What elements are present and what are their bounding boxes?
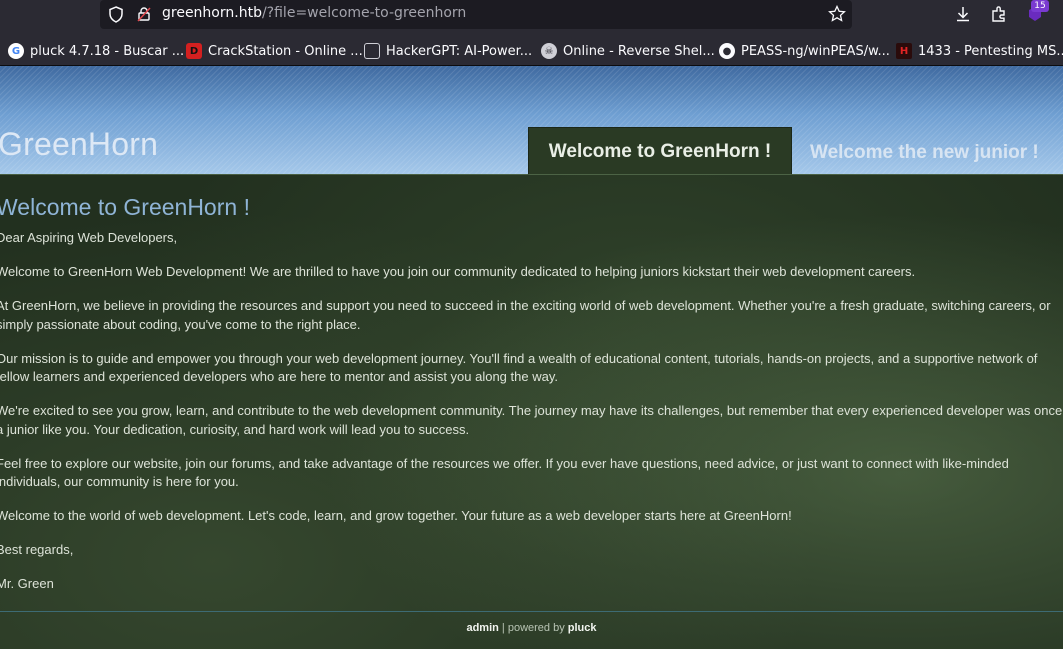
bookmark-label: HackerGPT: AI-Power...	[386, 43, 533, 59]
admin-link[interactable]: admin	[466, 622, 498, 634]
bookmark-item[interactable]: ● PEASS-ng/winPEAS/w...	[719, 41, 890, 61]
hacktricks-icon: H	[896, 43, 912, 59]
paragraph: Dear Aspiring Web Developers,	[0, 230, 178, 245]
main-content: Welcome to GreenHorn ! Dear Aspiring Web…	[0, 194, 1063, 609]
paragraph: Welcome to the world of web development.…	[0, 508, 792, 523]
footer: admin | powered by pluck	[0, 622, 1063, 634]
site-title[interactable]: GreenHorn	[0, 126, 158, 163]
url-path: /?file=welcome-to-greenhorn	[261, 5, 467, 21]
bookmark-item[interactable]: HackerGPT: AI-Power...	[364, 41, 532, 61]
pluck-link[interactable]: pluck	[568, 622, 597, 634]
paragraph: Feel free to explore our website, join o…	[0, 455, 1009, 490]
google-icon: G	[8, 43, 24, 59]
paragraph: Best regards,	[0, 542, 74, 557]
footer-separator: | powered by	[498, 622, 568, 634]
footer-divider	[0, 611, 1063, 612]
bookmarks-toolbar: G pluck 4.7.18 - Buscar ... D CrackStati…	[0, 37, 1063, 65]
crackstation-icon: D	[186, 43, 202, 59]
url-bar[interactable]: greenhorn.htb/?file=welcome-to-greenhorn	[100, 0, 852, 29]
page-info-icon[interactable]	[136, 6, 152, 22]
page-title: Welcome to GreenHorn !	[0, 194, 250, 220]
site-header: GreenHorn Welcome to GreenHorn ! Welcome…	[0, 66, 1063, 175]
skull-icon: ☠	[541, 43, 557, 59]
github-icon: ●	[719, 43, 735, 59]
paragraph: At GreenHorn, we believe in providing th…	[0, 298, 1051, 332]
url-host: greenhorn.htb	[162, 5, 262, 21]
bookmark-label: CrackStation - Online ...	[208, 43, 363, 59]
download-icon[interactable]	[954, 5, 972, 23]
bookmark-star-icon[interactable]	[828, 5, 846, 23]
bookmark-label: PEASS-ng/winPEAS/w...	[741, 43, 890, 59]
tab-welcome[interactable]: Welcome to GreenHorn !	[528, 127, 792, 175]
extension-badge: 15	[1031, 0, 1049, 12]
paragraph: We're excited to see you grow, learn, an…	[0, 403, 1063, 437]
header-divider	[0, 174, 1063, 175]
paragraph: Mr. Green	[0, 576, 54, 591]
paragraph: Our mission is to guide and empower you …	[0, 350, 1038, 385]
paragraph: Welcome to GreenHorn Web Development! We…	[0, 264, 916, 279]
page-body: GreenHorn Welcome to GreenHorn ! Welcome…	[0, 66, 1063, 649]
extensions-icon[interactable]	[990, 5, 1008, 23]
shield-icon[interactable]	[108, 6, 124, 23]
url-text[interactable]: greenhorn.htb/?file=welcome-to-greenhorn	[162, 5, 466, 21]
bookmark-item[interactable]: ☠ Online - Reverse Shel...	[541, 41, 715, 61]
hackergpt-icon	[364, 43, 380, 59]
bookmark-item[interactable]: D CrackStation - Online ...	[186, 41, 363, 61]
browser-chrome: greenhorn.htb/?file=welcome-to-greenhorn…	[0, 0, 1063, 66]
tab-new-junior[interactable]: Welcome the new junior !	[800, 136, 1063, 170]
bookmark-item[interactable]: G pluck 4.7.18 - Buscar ...	[8, 41, 184, 61]
bookmark-label: 1433 - Pentesting MS...	[918, 43, 1063, 59]
bookmark-label: Online - Reverse Shel...	[563, 43, 715, 59]
bookmark-item[interactable]: H 1433 - Pentesting MS...	[896, 41, 1063, 61]
bookmark-label: pluck 4.7.18 - Buscar ...	[30, 43, 185, 59]
